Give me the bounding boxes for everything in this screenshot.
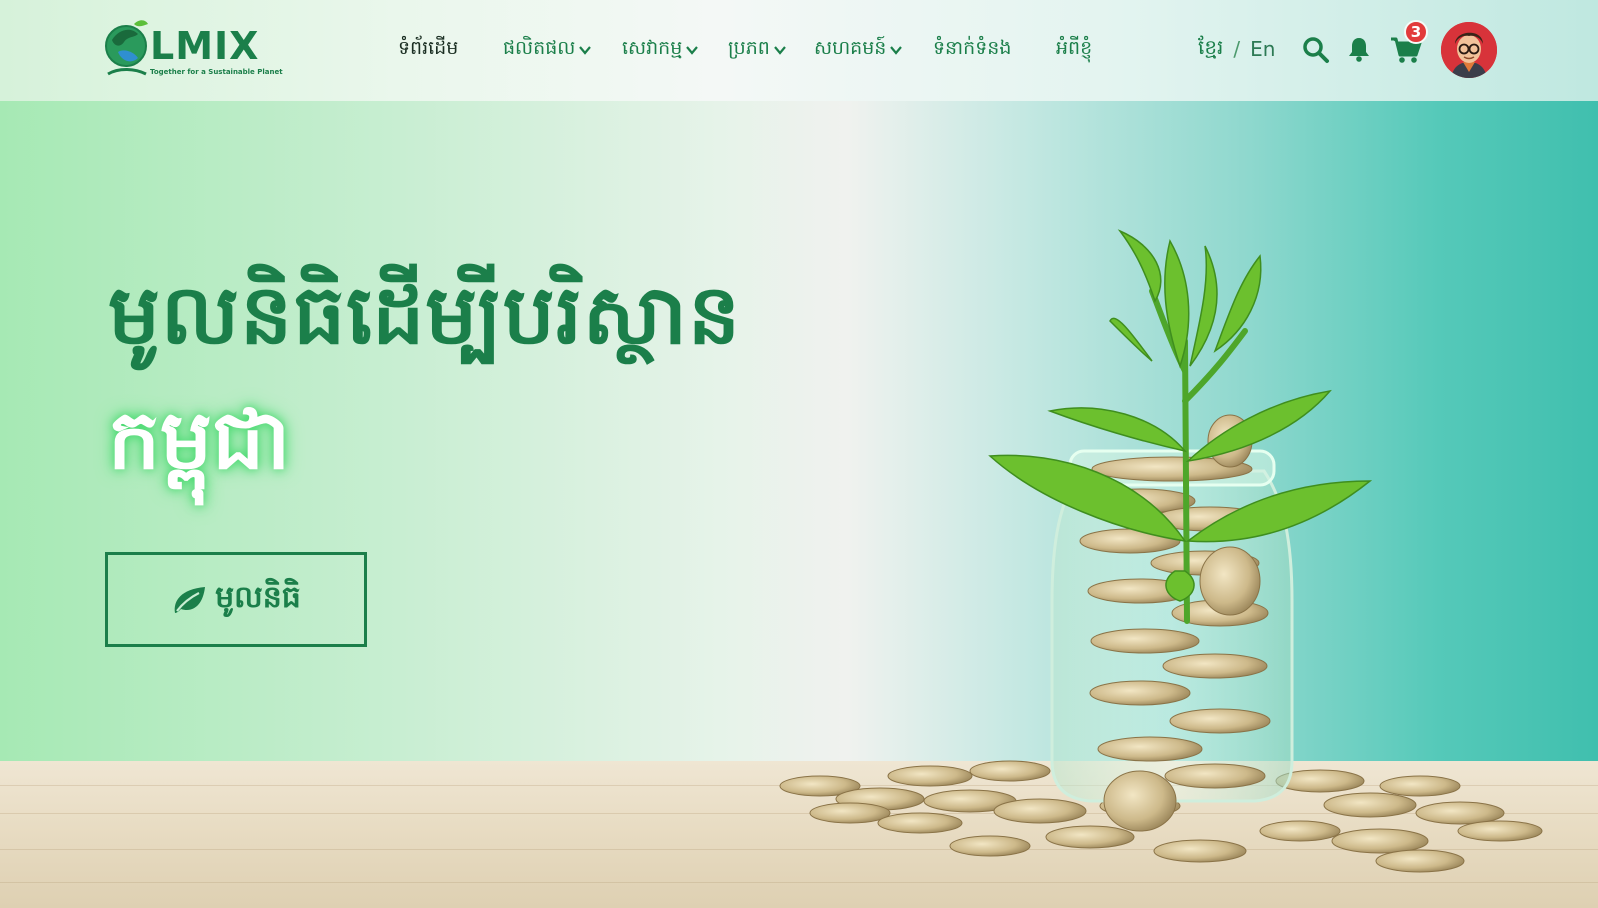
chevron-down-icon xyxy=(773,46,786,55)
chevron-down-icon xyxy=(686,46,699,55)
lang-separator: / xyxy=(1233,37,1241,61)
nav-sources[interactable]: ប្រភព xyxy=(728,32,787,68)
bell-icon[interactable] xyxy=(1347,36,1371,62)
hero-title-line2: កម្ពុជា xyxy=(108,393,291,488)
hero-title-line1: មូលនិធិដើម្បីបរិស្ថាន xyxy=(108,268,742,363)
fund-button-label: មូលនិធិ xyxy=(215,579,301,615)
chevron-down-icon xyxy=(890,46,903,55)
nav-contact-label: ទំនាក់ទំនង xyxy=(933,37,1012,59)
nav-about[interactable]: អំពីខ្ញុំ xyxy=(1056,32,1092,68)
nav-about-label: អំពីខ្ញុំ xyxy=(1056,37,1093,59)
language-switcher: ខ្មែរ / En xyxy=(1198,34,1275,64)
nav-products[interactable]: ផលិតផល xyxy=(503,32,592,68)
avatar[interactable] xyxy=(1441,22,1497,78)
nav-contact[interactable]: ទំនាក់ទំនង xyxy=(933,32,1011,68)
money-jar-plant-image xyxy=(779,229,1543,873)
lang-khmer[interactable]: ខ្មែរ xyxy=(1198,34,1223,64)
chevron-down-icon xyxy=(579,46,592,55)
nav-sources-label: ប្រភព xyxy=(728,37,770,59)
nav-home[interactable]: ទំព័រដើម xyxy=(398,32,458,68)
logo-tagline: Together for a Sustainable Planet xyxy=(150,68,283,76)
nav-products-label: ផលិតផល xyxy=(503,37,576,59)
user-avatar-icon xyxy=(1441,22,1497,78)
site-header: LMIX Together for a Sustainable Planet ទ… xyxy=(0,0,1598,101)
nav-community-label: សហគមន៍ xyxy=(814,37,887,59)
hero-section: មូលនិធិដើម្បីបរិស្ថាន កម្ពុជា មូលនិធិ xyxy=(0,101,1598,908)
lang-english[interactable]: En xyxy=(1250,37,1275,61)
search-icon[interactable] xyxy=(1302,36,1330,64)
cart-count-badge: 3 xyxy=(1404,20,1428,44)
nav-services[interactable]: សេវាកម្ម xyxy=(622,32,699,68)
nav-services-label: សេវាកម្ម xyxy=(622,37,683,59)
nav-home-label: ទំព័រដើម xyxy=(398,37,459,59)
nav-community[interactable]: សហគមន៍ xyxy=(814,32,903,68)
fund-button[interactable]: មូលនិធិ xyxy=(105,552,367,647)
leaf-icon xyxy=(174,586,206,613)
